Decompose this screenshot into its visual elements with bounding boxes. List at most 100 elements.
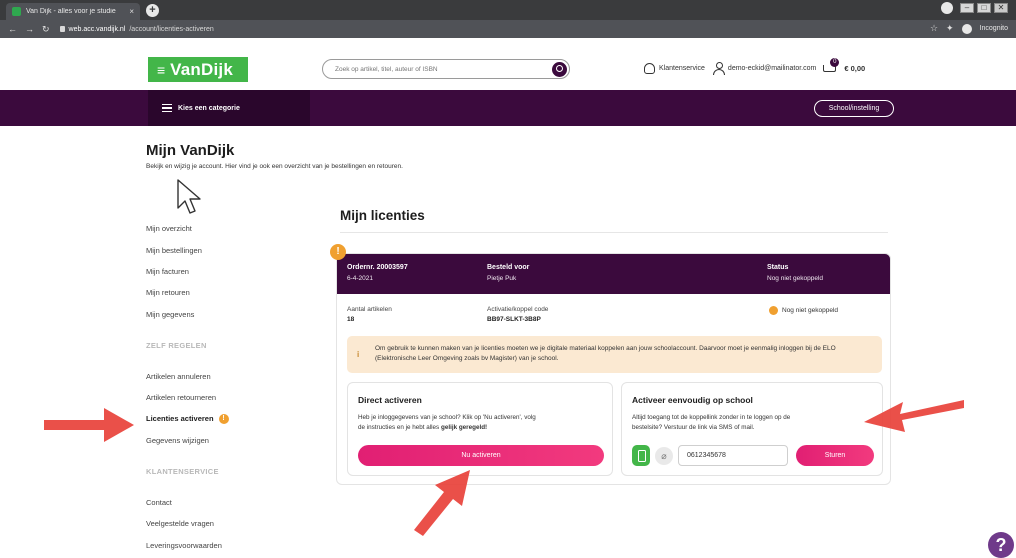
direct-text-line-2: de instructies en je hebt alles <box>358 424 440 431</box>
window-controls: – □ ✕ <box>941 2 1008 14</box>
address-bar: ← → ↻ web.acc.vandijk.nl/account/licenti… <box>0 20 1016 38</box>
direct-activate-card: Direct activeren Heb je inloggegevens va… <box>347 382 613 476</box>
order-header: Ordernr. 20003597 6-4-2021 Besteld voor … <box>337 254 890 294</box>
order-number-col: Ordernr. 20003597 6-4-2021 <box>347 264 408 282</box>
school-institution-button[interactable]: School/instelling <box>814 100 894 117</box>
category-menu-button[interactable]: Kies een categorie <box>148 90 310 126</box>
activate-now-button[interactable]: Nu activeren <box>358 445 604 466</box>
status-badge: Nog niet gekoppeld <box>769 306 838 315</box>
site-header: ≡ VanDijk Klantenservice demo-eckid@mail… <box>0 38 1016 90</box>
direct-text-bold: gelijk geregeld! <box>440 424 488 431</box>
sidebar-item-returns[interactable]: Mijn retouren <box>146 288 190 297</box>
status-label: Status <box>767 264 789 271</box>
annotation-arrow-icon <box>864 400 964 432</box>
maximize-button[interactable]: □ <box>977 3 991 13</box>
logo-stack-icon: ≡ <box>157 61 166 78</box>
status-value: Nog niet gekoppeld <box>767 275 824 282</box>
sidebar-item-invoices[interactable]: Mijn facturen <box>146 267 189 276</box>
direct-activate-text: Heb je inloggegevens van je school? Klik… <box>358 413 536 433</box>
cart-count-badge: 0 <box>830 57 840 67</box>
url-field[interactable]: web.acc.vandijk.nl/account/licenties-act… <box>59 25 214 33</box>
cart-icon[interactable]: 0 <box>822 57 840 74</box>
cart-total[interactable]: € 0,00 <box>844 64 865 73</box>
license-order-card: Ordernr. 20003597 6-4-2021 Besteld voor … <box>336 253 891 485</box>
header-actions: Klantenservice demo-eckid@mailinator.com… <box>644 57 865 75</box>
bookmark-star-icon[interactable]: ☆ <box>930 23 938 34</box>
ordered-for-label: Besteld voor <box>487 264 530 271</box>
ordered-for-col: Besteld voor Pietje Puk <box>487 264 529 282</box>
warning-badge-icon: ! <box>218 414 229 425</box>
sidebar-item-contact[interactable]: Contact <box>146 498 172 507</box>
sms-phone-icon[interactable] <box>632 445 650 466</box>
new-tab-button[interactable]: + <box>146 4 159 17</box>
user-email[interactable]: demo-eckid@mailinator.com <box>728 65 816 72</box>
minimize-button[interactable]: – <box>960 3 974 13</box>
articles-label: Aantal artikelen <box>347 306 392 313</box>
annotation-arrow-icon <box>44 408 134 442</box>
close-tab-icon[interactable]: × <box>129 7 134 16</box>
lock-icon <box>59 26 65 32</box>
direct-activate-title: Direct activeren <box>358 395 422 405</box>
user-icon[interactable] <box>712 62 725 75</box>
tab-title: Van Dijk - alles voor je studie <box>26 8 116 15</box>
customer-service-link[interactable]: Klantenservice <box>659 65 705 72</box>
hamburger-icon <box>162 104 172 112</box>
page-subtitle: Bekijk en wijzig je account. Hier vind j… <box>146 163 403 170</box>
address-bar-actions: ☆ ✦ Incognito <box>930 23 1008 34</box>
phone-number-input[interactable] <box>678 445 788 466</box>
page-title: Mijn VanDijk <box>146 142 235 159</box>
sidebar-item-overview[interactable]: Mijn overzicht <box>146 224 192 233</box>
category-label: Kies een categorie <box>178 104 240 112</box>
extensions-icon[interactable]: ✦ <box>946 23 954 34</box>
forward-arrow-icon[interactable]: → <box>25 24 34 34</box>
status-col: Status Nog niet gekoppeld <box>767 264 823 282</box>
send-button[interactable]: Sturen <box>796 445 874 466</box>
sidebar-item-delivery-terms[interactable]: Leveringsvoorwaarden <box>146 541 222 550</box>
check-circle-icon <box>769 306 778 315</box>
school-activate-text: Altijd toegang tot de koppellink zonder … <box>632 413 790 433</box>
sidebar-item-orders[interactable]: Mijn bestellingen <box>146 246 202 255</box>
annotation-arrow-icon <box>414 470 470 536</box>
url-path: /account/licenties-activeren <box>129 25 214 33</box>
warning-badge-icon: ! <box>330 244 346 260</box>
favicon-icon <box>12 7 21 16</box>
activation-code-label: Activatie/koppel code <box>487 306 549 313</box>
headset-icon[interactable] <box>644 62 655 74</box>
order-number: Ordernr. 20003597 <box>347 264 408 271</box>
articles-col: Aantal artikelen 18 <box>347 306 392 323</box>
search-input[interactable] <box>335 65 535 73</box>
sidebar-item-details[interactable]: Mijn gegevens <box>146 310 194 319</box>
activation-code-value: BB97-SLKT-3B8P <box>487 316 541 323</box>
category-bar: Kies een categorie School/instelling <box>0 90 1016 126</box>
direct-text-line-1: Heb je inloggegevens van je school? Klik… <box>358 414 536 421</box>
browser-tab[interactable]: Van Dijk - alles voor je studie × <box>6 3 140 20</box>
back-arrow-icon[interactable]: ← <box>8 24 17 34</box>
school-activate-card: Activeer eenvoudig op school Altijd toeg… <box>621 382 883 476</box>
sidebar-item-change-details[interactable]: Gegevens wijzigen <box>146 436 209 445</box>
status-badge-label: Nog niet gekoppeld <box>782 307 839 314</box>
browser-tab-bar: Van Dijk - alles voor je studie × + – □ … <box>0 0 1016 20</box>
sidebar-item-faq[interactable]: Veelgestelde vragen <box>146 519 214 528</box>
search-bar <box>322 59 570 79</box>
sidebar-section-zelf-regelen: ZELF REGELEN <box>146 341 207 350</box>
sidebar-item-cancel-articles[interactable]: Artikelen annuleren <box>146 372 211 381</box>
logo-text: VanDijk <box>170 59 233 79</box>
mouse-cursor-icon <box>177 179 201 214</box>
sidebar-item-label: Licenties activeren <box>146 414 214 423</box>
sidebar-section-klantenservice: KLANTENSERVICE <box>146 467 219 476</box>
help-button[interactable]: ? <box>988 532 1014 558</box>
vandijk-logo[interactable]: ≡ VanDijk <box>148 57 248 82</box>
school-text-line-2: bestelsite? Verstuur de link via SMS of … <box>632 424 755 431</box>
info-notice: i Om gebruik te kunnen maken van je lice… <box>347 336 882 373</box>
reload-icon[interactable]: ↻ <box>42 24 50 35</box>
profile-icon[interactable] <box>941 2 953 14</box>
school-activate-title: Activeer eenvoudig op school <box>632 395 753 405</box>
incognito-icon[interactable] <box>961 23 972 34</box>
search-icon[interactable] <box>552 62 567 77</box>
close-window-button[interactable]: ✕ <box>994 3 1008 13</box>
link-mail-icon[interactable]: ⌀ <box>655 447 673 465</box>
sidebar-item-return-articles[interactable]: Artikelen retourneren <box>146 393 216 402</box>
info-text: Om gebruik te kunnen maken van je licent… <box>375 345 836 362</box>
sidebar-item-activate-licenses[interactable]: Licenties activeren! <box>146 414 229 425</box>
incognito-label: Incognito <box>979 25 1008 32</box>
